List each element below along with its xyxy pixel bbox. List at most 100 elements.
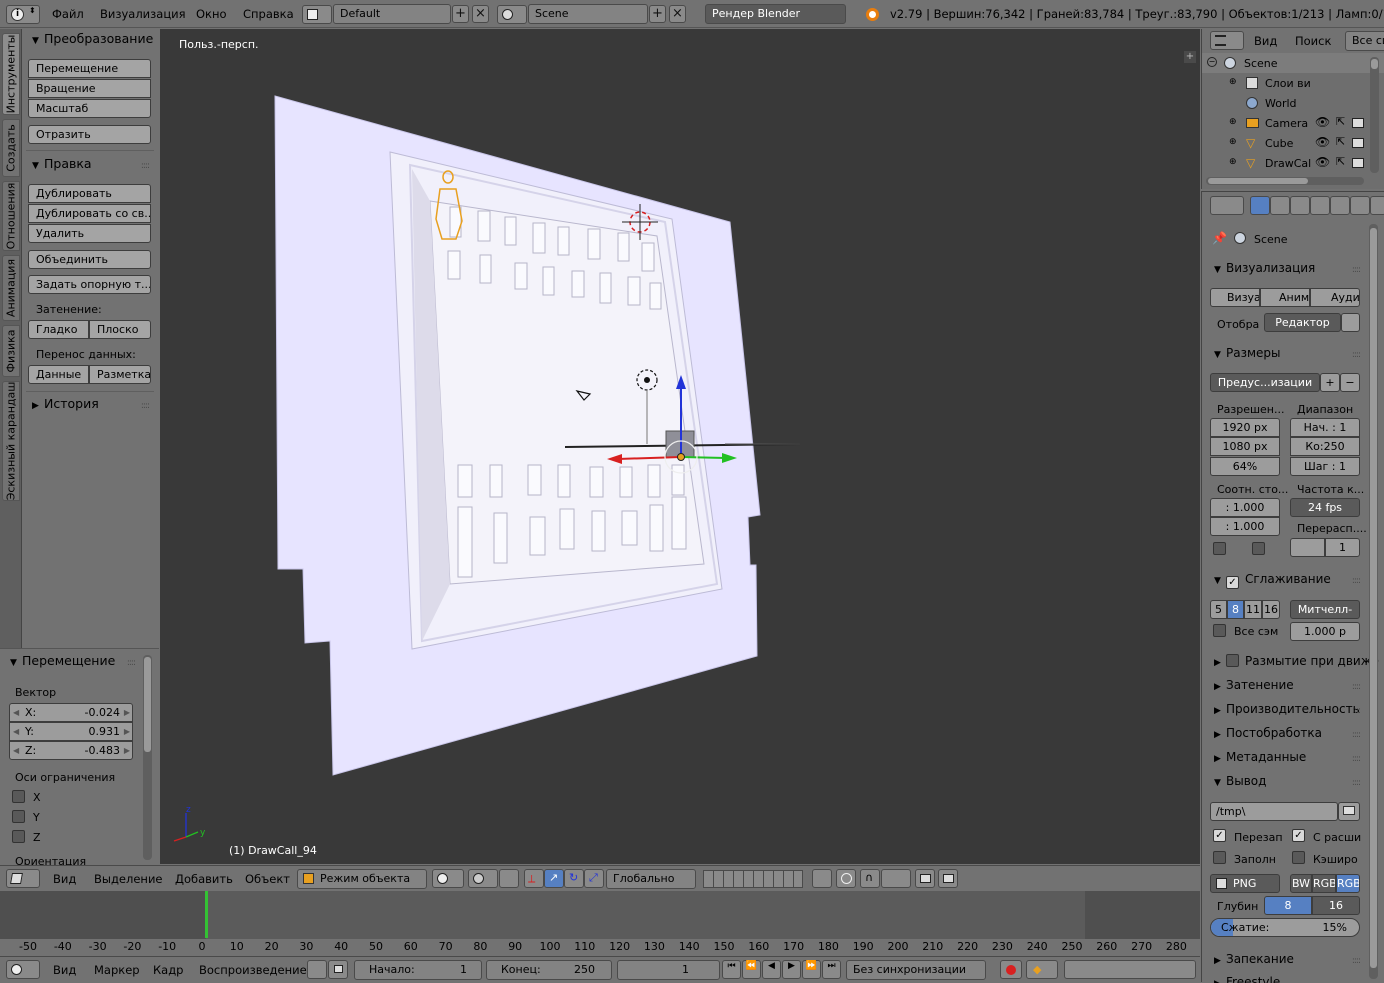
object-context-tab[interactable]: [1330, 196, 1350, 215]
transform-orientation-select[interactable]: Глобально: [606, 869, 696, 889]
menu-window[interactable]: Окно: [196, 0, 227, 28]
aa-samples-5[interactable]: 5: [1210, 600, 1227, 619]
constraints-context-tab[interactable]: [1350, 196, 1370, 215]
render-panel-header[interactable]: ▼ Визуализация: [1214, 261, 1315, 275]
snap-element-button[interactable]: [881, 869, 911, 888]
transform-panel-header[interactable]: ▼ Преобразование: [32, 31, 153, 46]
vector-y-field[interactable]: ◀ Y: 0.931 ▶: [9, 722, 133, 741]
frame-step-field[interactable]: Шаг : 1: [1290, 457, 1360, 476]
resolution-y-field[interactable]: 1080 px: [1210, 437, 1280, 456]
sync-mode-select[interactable]: Без синхронизации: [846, 960, 986, 980]
filter-size-field[interactable]: 1.000 p: [1290, 622, 1360, 641]
keyframe-insert-button[interactable]: [1064, 960, 1196, 979]
outliner-row-scene[interactable]: − Scene: [1202, 53, 1384, 73]
delete-button[interactable]: Удалить: [28, 224, 151, 243]
data-layout-button[interactable]: Разметка: [89, 365, 151, 384]
scene-icon-button[interactable]: [497, 5, 527, 24]
aa-samples-8[interactable]: 8: [1227, 600, 1244, 619]
editor-type-button[interactable]: [1210, 31, 1244, 50]
pivot-point-button[interactable]: [468, 869, 498, 888]
border-checkbox[interactable]: [1213, 542, 1226, 555]
add-layout-button[interactable]: +: [452, 5, 469, 23]
rotate-button[interactable]: Вращение: [28, 79, 151, 98]
metadata-panel-header[interactable]: ▶ Метаданные: [1214, 750, 1306, 764]
edit-panel-header[interactable]: ▼ Правка: [32, 156, 92, 171]
pin-icon[interactable]: 📌: [1212, 231, 1227, 245]
editor-type-button[interactable]: [6, 869, 40, 888]
post-processing-panel-header[interactable]: ▶ Постобработка: [1214, 726, 1322, 740]
vector-z-field[interactable]: ◀ Z: -0.483 ▶: [9, 741, 133, 760]
timeline-ruler[interactable]: -50 -40 -30 -20 -10 0 10 20 30 40 50 60 70 80 90 100 110…: [0, 939, 1200, 956]
visibility-eye-icon[interactable]: 👁: [1315, 115, 1330, 129]
audio-button[interactable]: Аудио: [1310, 288, 1360, 307]
menu-search[interactable]: Поиск: [1295, 29, 1331, 53]
outliner-v-scrollbar[interactable]: [1370, 57, 1379, 173]
play-reverse-button[interactable]: ◀: [762, 960, 781, 979]
properties-scrollbar[interactable]: [1369, 224, 1378, 979]
set-origin-button[interactable]: Задать опорную т...: [28, 275, 151, 294]
auto-keying-button[interactable]: [1000, 960, 1022, 979]
viewport-shading-button[interactable]: [432, 869, 464, 888]
crop-checkbox[interactable]: [1252, 542, 1265, 555]
shading-panel-header[interactable]: ▶ Затенение: [1214, 678, 1294, 692]
menu-help[interactable]: Справка: [243, 0, 294, 28]
menu-object[interactable]: Объект: [245, 866, 290, 892]
keying-set-button[interactable]: ◆: [1026, 960, 1058, 979]
render-camera-icon[interactable]: [1352, 138, 1364, 148]
3d-viewport[interactable]: Польз.-персп. (1) DrawCall_94 + z y: [160, 29, 1200, 864]
time-remap-new-field[interactable]: 1: [1325, 538, 1360, 557]
depth-8-button[interactable]: 8: [1264, 896, 1312, 915]
layout-field[interactable]: Default: [333, 4, 451, 24]
antialiasing-panel-header[interactable]: ▼ ✓ Сглаживание: [1214, 572, 1331, 589]
redo-scrollbar[interactable]: [143, 655, 152, 860]
depth-16-button[interactable]: 16: [1312, 896, 1360, 915]
file-format-select[interactable]: PNG: [1210, 874, 1280, 893]
snap-toggle-button[interactable]: ∩: [860, 869, 880, 888]
rotate-manipulator-button[interactable]: ↻: [564, 869, 584, 888]
resolution-percentage-slider[interactable]: 64%: [1210, 457, 1280, 476]
frame-start-field[interactable]: Нач. : 1: [1290, 418, 1360, 437]
jump-keyframe-back-button[interactable]: ⏪: [742, 960, 761, 979]
scale-manipulator-button[interactable]: ⤢: [584, 869, 604, 888]
editor-type-button[interactable]: [1210, 196, 1244, 215]
duplicate-button[interactable]: Дублировать: [28, 184, 151, 203]
menu-view[interactable]: Вид: [53, 957, 76, 983]
lock-range-button[interactable]: [328, 960, 348, 979]
outliner-row-world[interactable]: World: [1202, 93, 1384, 113]
menu-view[interactable]: Вид: [53, 866, 76, 892]
render-engine-select[interactable]: Рендер Blender: [705, 4, 846, 24]
remove-scene-button[interactable]: ×: [669, 5, 686, 23]
translate-manipulator-active[interactable]: ↗: [544, 869, 564, 888]
outliner-row-cube[interactable]: ⊕ ▽ Cube 👁 ⇱: [1202, 133, 1384, 153]
layer-buttons[interactable]: [703, 870, 803, 888]
menu-marker[interactable]: Маркер: [94, 957, 140, 983]
jump-start-button[interactable]: ⏮: [722, 960, 741, 979]
add-preset-button[interactable]: +: [1320, 373, 1340, 392]
aspect-x-field[interactable]: : 1.000: [1210, 498, 1280, 517]
constraint-x-checkbox[interactable]: [12, 790, 25, 803]
frame-end-field[interactable]: Ко:250: [1290, 437, 1360, 456]
render-preset-select[interactable]: Предус...изации: [1210, 373, 1320, 392]
translate-manipulator-button[interactable]: ⟂: [524, 869, 544, 888]
placeholders-checkbox[interactable]: [1213, 851, 1226, 864]
render-context-tab[interactable]: [1250, 196, 1270, 215]
shade-flat-button[interactable]: Плоско: [89, 320, 151, 339]
shade-smooth-button[interactable]: Гладко: [28, 320, 89, 339]
timeline-area[interactable]: -50 -40 -30 -20 -10 0 10 20 30 40 50 60 70 80 90 100 110…: [0, 891, 1200, 956]
menu-playback[interactable]: Воспроизведение: [199, 957, 307, 983]
menu-view[interactable]: Вид: [1254, 29, 1277, 53]
frame-end-field[interactable]: Конец: 250: [486, 960, 612, 980]
add-scene-button[interactable]: +: [649, 5, 666, 23]
menu-add[interactable]: Добавить: [175, 866, 233, 892]
aa-enable-checkbox[interactable]: ✓: [1226, 576, 1239, 589]
tab-relations[interactable]: Отношения: [2, 181, 20, 251]
history-panel-header[interactable]: ▶ История: [32, 396, 99, 411]
dimensions-panel-header[interactable]: ▼ Размеры: [1214, 346, 1281, 360]
data-transfer-button[interactable]: Данные: [28, 365, 89, 384]
remove-layout-button[interactable]: ×: [472, 5, 489, 23]
current-frame-field[interactable]: 1: [617, 960, 720, 980]
jump-end-button[interactable]: ⏭: [822, 960, 841, 979]
output-panel-header[interactable]: ▼ Вывод: [1214, 774, 1266, 788]
select-arrow-icon[interactable]: ⇱: [1336, 155, 1345, 168]
constraint-y-checkbox[interactable]: [12, 810, 25, 823]
